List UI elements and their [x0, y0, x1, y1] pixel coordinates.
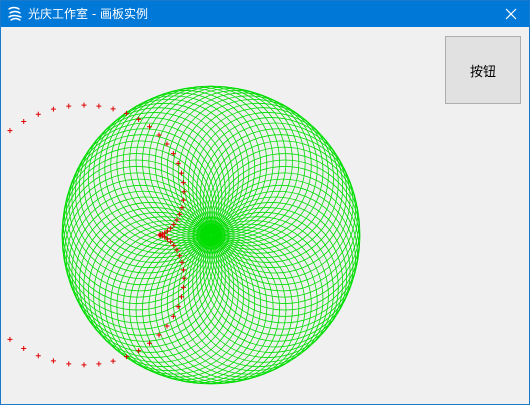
marker-trail: [7, 102, 187, 368]
plus-marker: [50, 106, 56, 112]
spiro-circle: [172, 95, 324, 247]
spiro-circle: [64, 140, 215, 292]
plus-marker: [66, 103, 72, 109]
spiro-circle: [116, 231, 268, 382]
app-window: 光庆工作室 - 画板实例 按钮: [0, 0, 530, 405]
plus-marker: [96, 361, 102, 367]
spiro-circle: [71, 196, 223, 348]
drawing-board[interactable]: 按钮: [1, 27, 529, 404]
spiro-circle: [207, 140, 358, 292]
plus-marker: [110, 358, 116, 364]
spirograph-ring: [61, 85, 361, 385]
scribble-logo-icon: [7, 6, 23, 22]
plus-marker: [35, 353, 41, 359]
plus-marker: [66, 361, 72, 367]
plus-marker: [50, 358, 56, 364]
spiro-circle: [199, 122, 351, 274]
plus-marker: [136, 348, 142, 354]
spiro-circle: [207, 178, 358, 330]
window-title: 光庆工作室 - 画板实例: [28, 7, 148, 21]
plus-marker: [110, 106, 116, 112]
plus-marker: [168, 225, 174, 231]
plus-marker: [35, 111, 41, 117]
title-bar[interactable]: 光庆工作室 - 画板实例: [1, 1, 529, 27]
close-icon: [505, 5, 517, 24]
plus-marker: [81, 102, 87, 108]
close-button[interactable]: [493, 1, 529, 27]
plus-marker: [171, 222, 177, 228]
spiro-circle: [172, 223, 324, 375]
spiro-circle: [71, 122, 223, 274]
plus-marker: [96, 103, 102, 109]
spiro-circle: [64, 178, 215, 330]
spiro-circle: [116, 88, 268, 239]
plus-marker: [7, 128, 13, 134]
plus-marker: [21, 118, 27, 124]
plus-marker: [7, 336, 13, 342]
plus-marker: [81, 362, 87, 368]
plus-marker: [168, 239, 174, 245]
plus-marker: [171, 242, 177, 248]
plus-marker: [21, 346, 27, 352]
plus-marker: [136, 116, 142, 122]
action-button[interactable]: 按钮: [445, 36, 521, 104]
spiro-circle: [199, 196, 351, 348]
